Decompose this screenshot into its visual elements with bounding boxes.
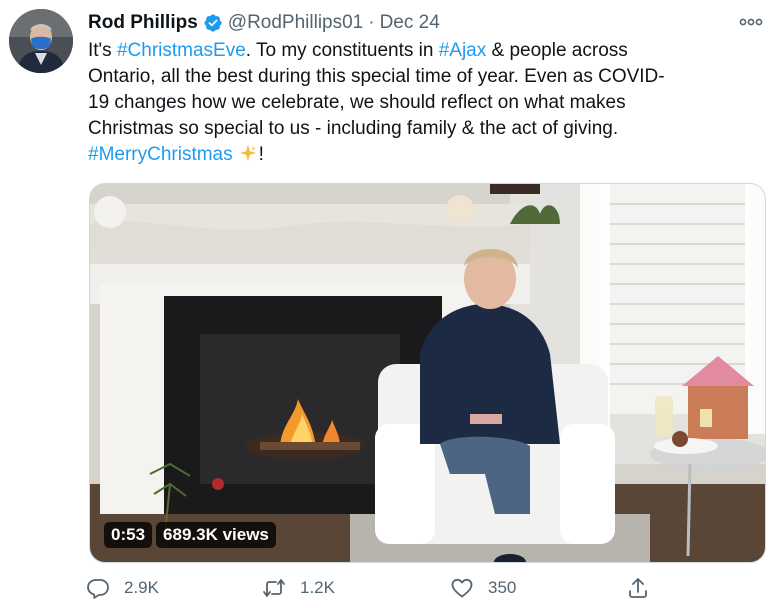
- retweet-button[interactable]: 1.2K: [262, 576, 335, 600]
- heart-icon: [451, 578, 473, 598]
- hashtag-christmaseve[interactable]: #ChristmasEve: [117, 40, 246, 61]
- tweet-line: Christmas so special to us - including f…: [88, 118, 619, 139]
- more-icon[interactable]: [738, 14, 764, 30]
- like-button[interactable]: 350: [450, 576, 516, 600]
- tweet-line: #MerryChristmas!: [88, 142, 778, 168]
- tweet-text: It's #ChristmasEve. To my constituents i…: [88, 38, 778, 168]
- hashtag-ajax[interactable]: #Ajax: [439, 40, 487, 61]
- video-info-overlay: 0:53 689.3K views: [104, 522, 276, 548]
- tweet-line: 19 changes how we celebrate, we should r…: [88, 92, 626, 113]
- reply-button[interactable]: 2.9K: [86, 576, 159, 600]
- share-button[interactable]: [626, 576, 664, 600]
- retweet-icon: [263, 579, 285, 597]
- tweet-header: Rod Phillips @RodPhillips01 · Dec 24: [88, 10, 764, 36]
- retweet-count: 1.2K: [300, 578, 335, 597]
- verified-badge-icon: [203, 13, 223, 33]
- author-handle[interactable]: @RodPhillips01: [228, 12, 363, 34]
- text-segment: & people across: [486, 40, 628, 61]
- reply-count: 2.9K: [124, 578, 159, 597]
- tweet-actions: 2.9K 1.2K 350: [86, 576, 666, 604]
- reply-icon: [87, 579, 109, 599]
- share-icon: [629, 578, 647, 598]
- text-segment: It's: [88, 40, 117, 61]
- video-thumbnail: [90, 184, 765, 562]
- header-separator: ·: [368, 12, 375, 33]
- tweet-line: Ontario, all the best during this specia…: [88, 66, 665, 87]
- tweet-date[interactable]: Dec 24: [380, 12, 440, 34]
- author-display-name[interactable]: Rod Phillips: [88, 12, 198, 34]
- video-duration: 0:53: [104, 522, 153, 548]
- like-count: 350: [488, 578, 517, 597]
- text-segment: !: [258, 144, 264, 165]
- text-segment: . To my constituents in: [245, 40, 439, 61]
- video-player[interactable]: 0:53 689.3K views: [89, 183, 766, 563]
- video-view-count: 689.3K views: [156, 522, 276, 548]
- avatar[interactable]: [9, 9, 73, 73]
- hashtag-merrychristmas[interactable]: #MerryChristmas: [88, 144, 233, 165]
- tweet-line: It's #ChristmasEve. To my constituents i…: [88, 38, 778, 64]
- sparkles-emoji-icon: [239, 144, 257, 162]
